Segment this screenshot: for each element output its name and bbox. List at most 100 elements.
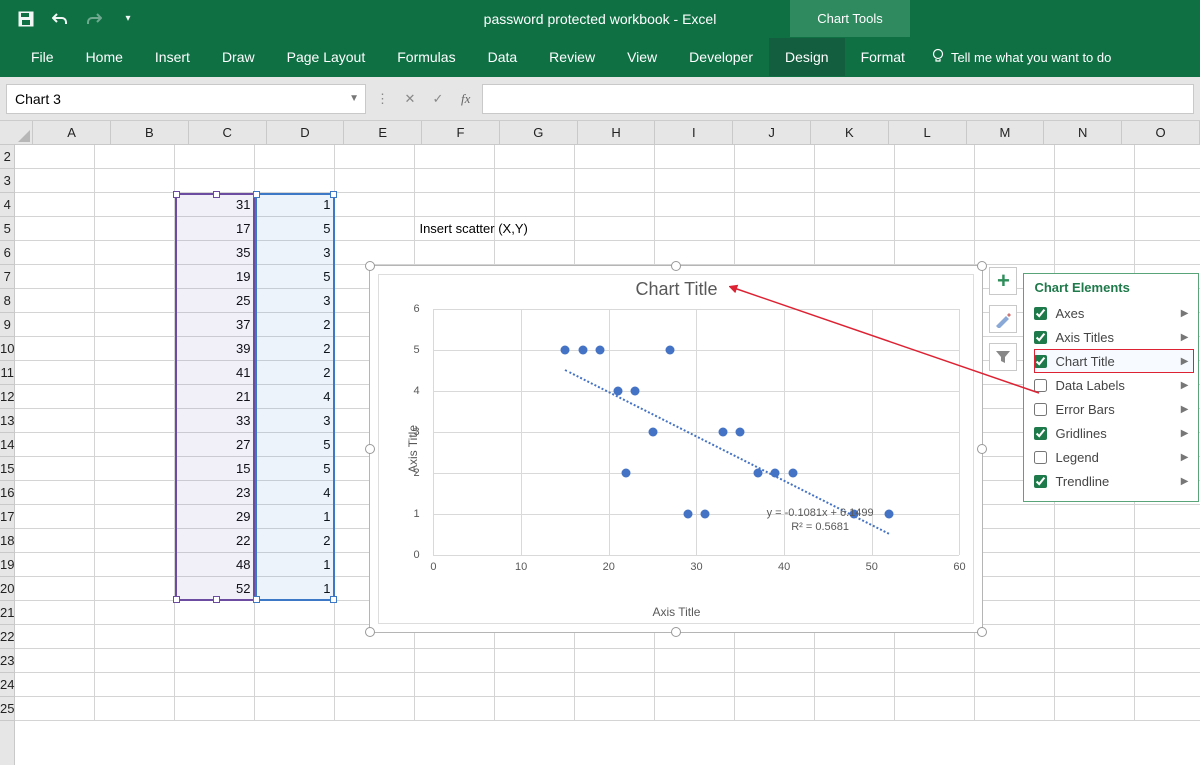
cell[interactable]: 1 — [255, 577, 335, 601]
row-header[interactable]: 17 — [0, 505, 14, 529]
cell[interactable] — [1135, 217, 1200, 241]
cell[interactable] — [895, 241, 975, 265]
accept-formula-icon[interactable]: ✓ — [427, 91, 449, 107]
cell[interactable] — [1135, 241, 1200, 265]
cell[interactable] — [495, 145, 575, 169]
cell[interactable] — [335, 673, 415, 697]
row-header[interactable]: 14 — [0, 433, 14, 457]
cell[interactable]: 5 — [255, 457, 335, 481]
cell[interactable] — [1135, 697, 1200, 721]
cell[interactable]: 4 — [255, 385, 335, 409]
cell[interactable] — [95, 625, 175, 649]
cell[interactable] — [1135, 601, 1200, 625]
cell[interactable] — [1135, 625, 1200, 649]
cell[interactable] — [15, 577, 95, 601]
cell[interactable] — [95, 553, 175, 577]
cell[interactable] — [95, 313, 175, 337]
cell[interactable] — [335, 217, 415, 241]
chevron-right-icon[interactable]: ▶ — [1181, 332, 1189, 343]
cell[interactable] — [895, 697, 975, 721]
cell[interactable] — [575, 145, 655, 169]
data-point[interactable] — [622, 469, 631, 478]
cell[interactable]: 1 — [255, 505, 335, 529]
cell[interactable] — [1135, 505, 1200, 529]
cell[interactable]: 1 — [255, 553, 335, 577]
cell[interactable] — [175, 601, 255, 625]
col-header[interactable]: K — [811, 121, 889, 144]
cell[interactable] — [575, 649, 655, 673]
cell[interactable] — [575, 241, 655, 265]
cell[interactable] — [655, 217, 735, 241]
cell[interactable] — [735, 697, 815, 721]
tab-format[interactable]: Format — [845, 38, 921, 76]
cell[interactable]: 52 — [175, 577, 255, 601]
col-header[interactable]: E — [344, 121, 422, 144]
cell[interactable] — [415, 673, 495, 697]
chart-element-data-labels[interactable]: Data Labels▶ — [1034, 373, 1194, 397]
checkbox[interactable] — [1034, 355, 1047, 368]
cell[interactable] — [335, 145, 415, 169]
cell[interactable] — [335, 193, 415, 217]
cell[interactable] — [815, 649, 895, 673]
cell[interactable] — [575, 697, 655, 721]
cell[interactable]: 27 — [175, 433, 255, 457]
cell[interactable] — [895, 649, 975, 673]
row-header[interactable]: 21 — [0, 601, 14, 625]
row-header[interactable]: 5 — [0, 217, 14, 241]
cell[interactable] — [15, 337, 95, 361]
cell[interactable] — [15, 145, 95, 169]
cell[interactable] — [655, 673, 735, 697]
data-point[interactable] — [701, 510, 710, 519]
cell[interactable] — [495, 649, 575, 673]
cell[interactable] — [895, 169, 975, 193]
cell[interactable] — [1135, 553, 1200, 577]
cell[interactable] — [415, 649, 495, 673]
cell[interactable]: 25 — [175, 289, 255, 313]
cell[interactable] — [975, 553, 1055, 577]
cell[interactable]: 41 — [175, 361, 255, 385]
data-point[interactable] — [683, 510, 692, 519]
tab-design[interactable]: Design — [769, 38, 845, 76]
cell[interactable] — [655, 241, 735, 265]
cell[interactable]: 2 — [255, 337, 335, 361]
cell[interactable] — [255, 145, 335, 169]
col-header[interactable]: F — [422, 121, 500, 144]
cell[interactable]: Insert scatter (X,Y) — [415, 217, 495, 241]
cell[interactable] — [175, 697, 255, 721]
chart-element-axis-titles[interactable]: Axis Titles▶ — [1034, 325, 1194, 349]
cell[interactable] — [95, 145, 175, 169]
cell[interactable] — [1055, 625, 1135, 649]
cell[interactable] — [95, 193, 175, 217]
checkbox[interactable] — [1034, 427, 1047, 440]
cell[interactable] — [735, 169, 815, 193]
cell[interactable]: 4 — [255, 481, 335, 505]
cell[interactable] — [175, 145, 255, 169]
cell[interactable]: 23 — [175, 481, 255, 505]
cell[interactable] — [975, 169, 1055, 193]
cell[interactable] — [975, 577, 1055, 601]
qat-customize-icon[interactable]: ▾ — [120, 11, 136, 27]
cell[interactable]: 15 — [175, 457, 255, 481]
cell[interactable] — [1055, 649, 1135, 673]
data-point[interactable] — [578, 346, 587, 355]
cell[interactable]: 48 — [175, 553, 255, 577]
cell[interactable] — [815, 697, 895, 721]
cell[interactable] — [735, 217, 815, 241]
name-box[interactable]: Chart 3 ▼ — [6, 84, 366, 114]
cell[interactable] — [15, 457, 95, 481]
cell[interactable] — [95, 241, 175, 265]
cell[interactable] — [895, 673, 975, 697]
cell[interactable]: 3 — [255, 289, 335, 313]
chart-filters-button[interactable] — [989, 343, 1017, 371]
cell[interactable]: 29 — [175, 505, 255, 529]
cell[interactable] — [735, 145, 815, 169]
x-axis-title[interactable]: Axis Title — [379, 605, 973, 619]
cell[interactable] — [1055, 697, 1135, 721]
cell[interactable] — [15, 313, 95, 337]
cell[interactable] — [255, 649, 335, 673]
cell[interactable] — [255, 673, 335, 697]
row-header[interactable]: 7 — [0, 265, 14, 289]
chart-element-gridlines[interactable]: Gridlines▶ — [1034, 421, 1194, 445]
row-header[interactable]: 4 — [0, 193, 14, 217]
cell[interactable] — [95, 217, 175, 241]
